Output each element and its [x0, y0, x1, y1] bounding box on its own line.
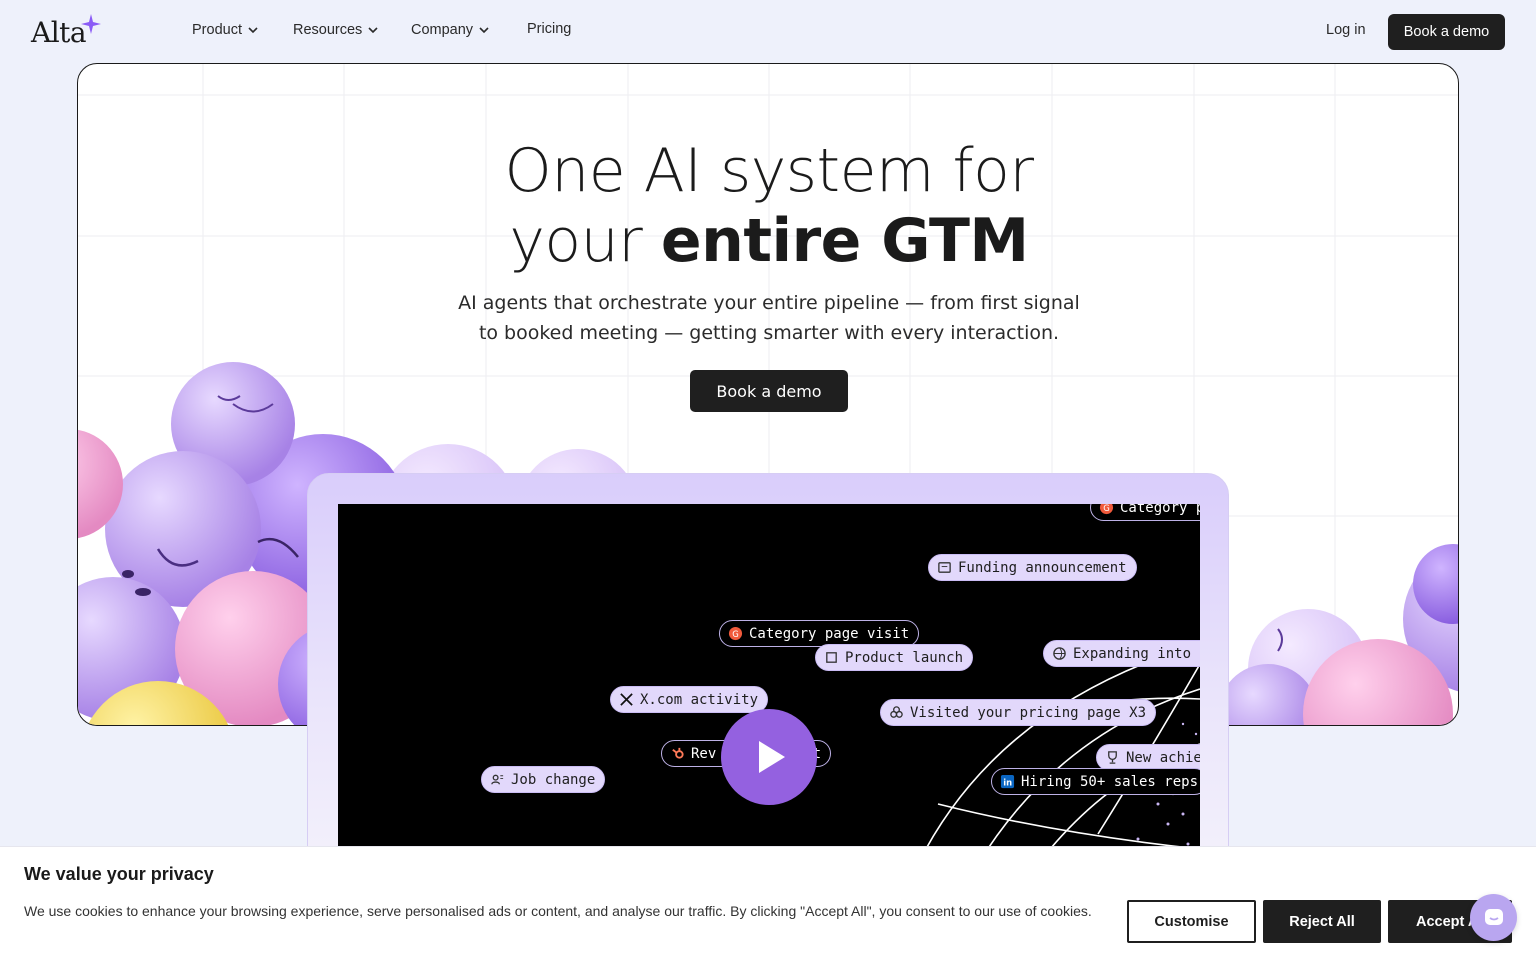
- news-icon: [938, 562, 951, 573]
- nav-product-label: Product: [192, 22, 242, 38]
- signal-label: X.com activity: [640, 691, 759, 708]
- linkedin-icon: in: [1000, 774, 1015, 789]
- play-icon: [759, 741, 785, 773]
- nav-pricing[interactable]: Pricing: [527, 21, 571, 37]
- chevron-down-icon: [479, 27, 489, 34]
- svg-text:in: in: [1003, 778, 1012, 788]
- signal-label: Category p: [1120, 504, 1200, 516]
- reject-all-button[interactable]: Reject All: [1263, 900, 1381, 943]
- svg-text:G: G: [1103, 504, 1110, 513]
- signal-label: Hiring 50+ sales reps: [1021, 773, 1199, 790]
- signal-label: New achiev: [1126, 749, 1200, 766]
- globe-icon: [1053, 647, 1066, 660]
- nav-resources-label: Resources: [293, 22, 363, 38]
- nav-book-demo-button[interactable]: Book a demo: [1388, 14, 1505, 50]
- cookie-text: We use cookies to enhance your browsing …: [24, 903, 1092, 919]
- chevron-down-icon: [368, 27, 378, 34]
- g2-icon: G: [728, 626, 743, 641]
- pricing-icon: [890, 706, 903, 718]
- svg-text:G: G: [732, 629, 739, 639]
- customise-button[interactable]: Customise: [1127, 900, 1256, 943]
- trophy-icon: [1108, 751, 1117, 764]
- signal-pill: Product launch: [815, 644, 974, 671]
- hubspot-icon: [672, 747, 684, 759]
- signal-pill: G Category page visit: [719, 620, 920, 647]
- chat-icon: [1484, 908, 1503, 925]
- x-icon: [620, 693, 633, 706]
- signal-label: Funding announcement: [958, 559, 1127, 576]
- chat-launcher[interactable]: [1470, 894, 1517, 941]
- signal-pill: New achiev: [1096, 744, 1200, 771]
- signal-pill: X.com activity: [610, 686, 769, 713]
- signal-label: Job change: [511, 771, 596, 788]
- nav-company-label: Company: [411, 22, 474, 38]
- signal-pill: Visited your pricing page X3: [880, 699, 1157, 726]
- signal-pill: Funding announcement: [928, 554, 1137, 581]
- nav-company[interactable]: Company: [411, 22, 489, 38]
- signal-label: Visited your pricing page X3: [910, 704, 1147, 721]
- launch-icon: [826, 652, 837, 663]
- nav-pricing-label: Pricing: [527, 21, 572, 37]
- demo-video[interactable]: G Category p Funding announcement G Cate…: [338, 504, 1200, 864]
- cookie-title: We value your privacy: [24, 864, 214, 884]
- signal-label: Expanding into EM: [1073, 645, 1200, 662]
- play-button[interactable]: [721, 709, 817, 805]
- signal-pill: G Category p: [1090, 504, 1200, 521]
- signal-pill: Job change: [481, 766, 606, 793]
- sparkle-icon: [81, 14, 101, 34]
- signal-label: Product launch: [845, 649, 964, 666]
- signal-pill: Expanding into EM: [1043, 640, 1200, 667]
- login-link[interactable]: Log in: [1326, 22, 1366, 38]
- logo[interactable]: Alta: [31, 16, 87, 49]
- person-icon: [491, 774, 504, 785]
- signal-pill: in Hiring 50+ sales reps: [991, 768, 1200, 795]
- nav-resources[interactable]: Resources: [293, 22, 378, 38]
- cookie-banner: We value your privacy We use cookies to …: [0, 846, 1536, 960]
- nav-product[interactable]: Product: [192, 22, 258, 38]
- video-frame: G Category p Funding announcement G Cate…: [307, 473, 1229, 873]
- signal-label: Rev: [691, 745, 717, 762]
- chevron-down-icon: [248, 27, 258, 34]
- signal-label: Category page visit: [749, 625, 910, 642]
- g2-icon: G: [1099, 504, 1114, 515]
- top-nav: Alta Product Resources Company Pricing L…: [0, 0, 1536, 62]
